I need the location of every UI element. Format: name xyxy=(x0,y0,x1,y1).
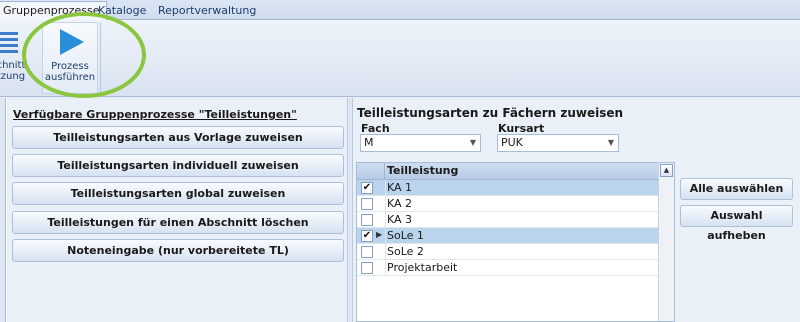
chevron-down-icon: ▼ xyxy=(607,138,614,147)
fach-value: M xyxy=(364,136,374,149)
grid-row[interactable]: ✔ ▶ SoLe 1 xyxy=(357,228,658,244)
row-checkbox[interactable] xyxy=(361,198,373,210)
row-checkbox[interactable] xyxy=(361,214,373,226)
prozess-ausfuehren-button[interactable]: Prozess ausführen xyxy=(42,22,98,94)
ribbon-separator xyxy=(100,22,101,94)
deselect-button[interactable]: Auswahl aufheben xyxy=(680,205,793,242)
row-checkbox[interactable] xyxy=(361,262,373,274)
noteneingabe-button[interactable]: Noteneingabe (nur vorbereitete TL) xyxy=(12,239,344,262)
row-divider xyxy=(385,244,386,260)
assignment-pane: Teilleistungsarten zu Fächern zuweisen F… xyxy=(353,98,800,322)
scroll-up-icon[interactable]: ▲ xyxy=(660,164,673,177)
individuell-button[interactable]: Teilleistungsarten individuell zuweisen xyxy=(12,154,344,177)
abschnitt-button[interactable]: chnitt tzung xyxy=(0,22,30,94)
grid-row[interactable]: ✔ KA 1 xyxy=(357,180,658,196)
chevron-down-icon: ▼ xyxy=(469,138,476,147)
play-icon xyxy=(60,29,84,55)
row-checkbox[interactable] xyxy=(361,246,373,258)
main-area: Verfügbare Gruppenprozesse "Teilleistung… xyxy=(0,98,800,322)
row-divider xyxy=(385,212,386,228)
prozess-label-1: Prozess xyxy=(51,61,89,72)
aus-vorlage-button[interactable]: Teilleistungsarten aus Vorlage zuweisen xyxy=(12,126,344,149)
row-divider xyxy=(385,196,386,212)
global-button[interactable]: Teilleistungsarten global zuweisen xyxy=(12,182,344,205)
abschnitt-label-2: tzung xyxy=(0,71,26,82)
row-divider xyxy=(385,260,386,276)
ribbon-tabbar: Gruppenprozesse Kataloge Reportverwaltun… xyxy=(0,0,800,21)
ribbon: chnitt tzung Prozess ausführen xyxy=(0,20,800,97)
grid-header-teilleistung[interactable]: Teilleistung xyxy=(387,163,458,179)
row-divider xyxy=(385,180,386,196)
row-label: SoLe 2 xyxy=(387,245,424,258)
grid-row[interactable]: Projektarbeit xyxy=(357,260,658,276)
fach-select[interactable]: M ▼ xyxy=(360,134,481,152)
grid-row[interactable]: SoLe 2 xyxy=(357,244,658,260)
tab-gruppenprozesse[interactable]: Gruppenprozesse xyxy=(0,1,107,21)
grid-header-check-column xyxy=(357,163,385,179)
grid-row[interactable]: KA 3 xyxy=(357,212,658,228)
grid-scrollbar[interactable]: ▲ xyxy=(658,163,674,321)
select-all-button[interactable]: Alle auswählen xyxy=(680,178,793,200)
row-label: KA 2 xyxy=(387,197,413,210)
kursart-value: PUK xyxy=(501,136,523,149)
process-pane-title: Verfügbare Gruppenprozesse "Teilleistung… xyxy=(13,108,297,121)
abschnitt-loeschen-button[interactable]: Teilleistungen für einen Abschnitt lösch… xyxy=(12,211,344,234)
left-strip xyxy=(0,98,6,322)
tab-reportverwaltung[interactable]: Reportverwaltung xyxy=(152,2,262,20)
row-label: Projektarbeit xyxy=(387,261,458,274)
row-indicator-icon: ▶ xyxy=(376,230,383,239)
row-label: SoLe 1 xyxy=(387,229,424,242)
grid-header: Teilleistung xyxy=(357,163,658,180)
teilleistung-grid: Teilleistung ✔ KA 1 KA 2 KA 3 ✔ ▶ SoLe 1… xyxy=(356,162,675,322)
prozess-label-2: ausführen xyxy=(44,72,96,83)
process-pane: Verfügbare Gruppenprozesse "Teilleistung… xyxy=(7,98,347,322)
tab-kataloge[interactable]: Kataloge xyxy=(92,2,152,20)
kursart-select[interactable]: PUK ▼ xyxy=(497,134,619,152)
row-checkbox[interactable]: ✔ xyxy=(361,182,373,194)
assignment-title: Teilleistungsarten zu Fächern zuweisen xyxy=(357,106,624,120)
row-label: KA 1 xyxy=(387,181,413,194)
grid-row[interactable]: KA 2 xyxy=(357,196,658,212)
list-icon xyxy=(0,32,18,53)
abschnitt-label-1: chnitt xyxy=(0,60,26,71)
row-checkbox[interactable]: ✔ xyxy=(361,230,373,242)
row-label: KA 3 xyxy=(387,213,413,226)
row-divider xyxy=(385,228,386,244)
